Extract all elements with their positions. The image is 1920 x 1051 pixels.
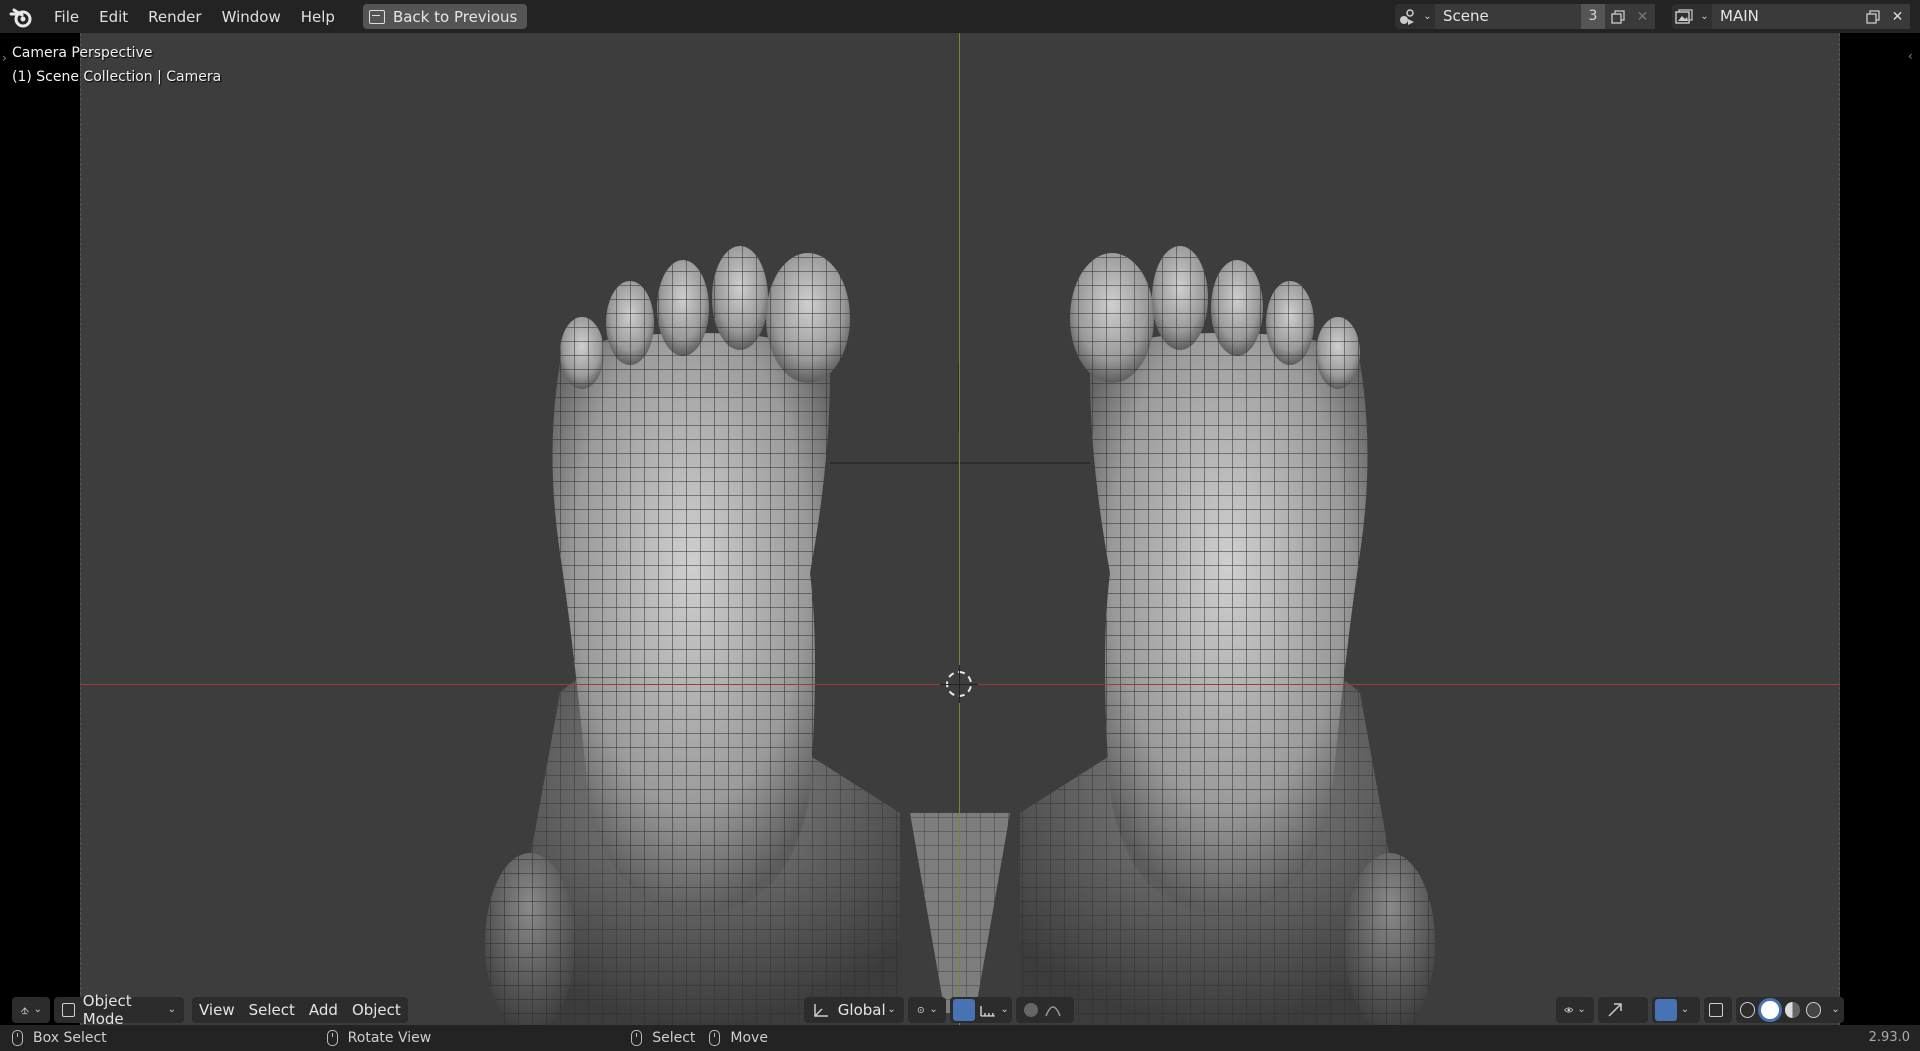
mouse-middle-icon — [326, 1030, 338, 1046]
menu-view[interactable]: View — [192, 996, 242, 1023]
mesh-feet-render — [485, 246, 1435, 1025]
falloff-curve-icon[interactable] — [1044, 1002, 1062, 1018]
view-name-label: Camera Perspective — [12, 45, 153, 61]
new-view-layer-button[interactable] — [1860, 4, 1885, 29]
view-layer-selector: ⌄ MAIN ✕ — [1672, 4, 1910, 29]
mode-select[interactable]: Object Mode ⌄ — [54, 992, 184, 1025]
orientation-label: Global — [837, 1000, 886, 1019]
chevron-down-icon: ⌄ — [1000, 1004, 1009, 1015]
collection-object-label: (1) Scene Collection | Camera — [12, 69, 222, 85]
menu-window[interactable]: Window — [212, 4, 291, 30]
version-label: 2.93.0 — [1868, 1030, 1910, 1045]
scene-name-field[interactable]: Scene — [1435, 4, 1581, 29]
chevron-down-icon: ⌄ — [1831, 1004, 1840, 1015]
chevron-down-icon: ⌄ — [1680, 1004, 1690, 1015]
snapping-group: ⌄ — [949, 996, 1012, 1023]
menu-help[interactable]: Help — [291, 4, 345, 30]
pivot-point-select[interactable]: ⌄ — [907, 996, 946, 1023]
scene-browse-button[interactable]: ⌄ — [1395, 4, 1435, 29]
transform-orientation-select[interactable]: Global ⌄ — [803, 996, 904, 1023]
visibility-select[interactable]: ⌄ — [1555, 996, 1594, 1023]
scene-selector: ⌄ Scene 3 ✕ — [1395, 4, 1655, 29]
snap-toggle-magnet-icon[interactable] — [952, 998, 975, 1021]
back-to-previous-button[interactable]: Back to Previous — [362, 4, 528, 29]
rendered-shading-icon[interactable] — [1805, 1001, 1822, 1018]
pivot-icon — [917, 1006, 924, 1013]
view-layer-name-field[interactable]: MAIN — [1712, 4, 1860, 29]
scene-icon — [1400, 8, 1415, 25]
orientation-axes-icon — [814, 1003, 828, 1017]
blender-logo-icon[interactable] — [8, 4, 34, 30]
status-move-action: Move — [730, 1030, 768, 1046]
duplicate-icon — [1610, 9, 1625, 24]
menu-edit[interactable]: Edit — [89, 4, 138, 30]
chevron-down-icon: ⌄ — [1423, 11, 1432, 22]
mouse-drag-icon — [709, 1030, 721, 1046]
xray-toggle[interactable] — [1703, 996, 1732, 1023]
scene-users-count: 3 — [1581, 4, 1605, 29]
status-middle-action: Rotate View — [347, 1030, 432, 1046]
close-icon: ✕ — [1636, 8, 1649, 25]
eye-icon — [1563, 1006, 1574, 1013]
mouse-left-icon — [12, 1030, 23, 1046]
status-left-action: Box Select — [33, 1030, 107, 1046]
editor-type-icon — [20, 1006, 29, 1014]
editor-type-button[interactable]: ⌄ — [12, 996, 50, 1023]
delete-view-layer-button[interactable]: ✕ — [1885, 4, 1910, 29]
overlays-icon — [1654, 998, 1677, 1021]
wireframe-shading-icon[interactable] — [1739, 1001, 1756, 1018]
snap-increment-icon[interactable] — [979, 1002, 997, 1018]
material-shading-icon[interactable] — [1784, 1001, 1800, 1018]
close-icon: ✕ — [1891, 8, 1904, 25]
3d-cursor-icon[interactable] — [940, 665, 978, 703]
status-select-action: Select — [652, 1030, 696, 1046]
image-layers-icon — [1675, 8, 1693, 24]
menu-add[interactable]: Add — [301, 996, 345, 1023]
3d-viewport[interactable]: Camera Perspective (1) Scene Collection … — [0, 33, 1920, 1025]
back-icon — [368, 9, 385, 24]
delete-scene-button[interactable]: ✕ — [1630, 4, 1655, 29]
chevron-down-icon: ⌄ — [167, 1004, 176, 1015]
chevron-down-icon: ⌄ — [929, 1004, 938, 1015]
proportional-edit-group — [1015, 996, 1074, 1023]
chevron-down-icon: ⌄ — [33, 1004, 42, 1015]
proportional-edit-icon[interactable] — [1023, 1002, 1038, 1017]
chevron-down-icon: ⌄ — [1577, 1004, 1586, 1015]
mouse-right-icon — [631, 1030, 643, 1046]
menu-render[interactable]: Render — [138, 4, 211, 30]
y-axis-line — [959, 33, 960, 1025]
status-bar: Box Select Rotate View Select Move 2.93.… — [0, 1025, 1920, 1051]
top-bar: File Edit Render Window Help Back to Pre… — [0, 0, 1920, 33]
solid-shading-icon[interactable] — [1761, 1000, 1779, 1019]
new-scene-button[interactable] — [1605, 4, 1630, 29]
view-layer-browse-button[interactable]: ⌄ — [1672, 4, 1712, 29]
sidebar-expand-arrow-icon[interactable]: ‹ — [1908, 49, 1913, 63]
object-mode-icon — [62, 1002, 75, 1017]
gizmo-toggle[interactable] — [1597, 996, 1648, 1023]
shading-mode-group: ⌄ — [1735, 996, 1844, 1023]
mode-select-label: Object Mode — [82, 991, 132, 1026]
viewport-header: ⌄ Object Mode ⌄ View Select Add Object G… — [0, 992, 1920, 1025]
menu-select[interactable]: Select — [241, 996, 302, 1023]
toolbar-expand-arrow-icon[interactable]: › — [2, 51, 7, 65]
menu-object[interactable]: Object — [344, 996, 408, 1023]
xray-icon — [1708, 1002, 1723, 1017]
menu-file[interactable]: File — [44, 4, 89, 30]
back-button-label: Back to Previous — [392, 7, 518, 26]
chevron-down-icon: ⌄ — [887, 1004, 896, 1015]
duplicate-icon — [1865, 9, 1880, 24]
chevron-down-icon: ⌄ — [1700, 11, 1709, 22]
overlays-toggle[interactable]: ⌄ — [1651, 996, 1700, 1023]
gizmo-icon — [1608, 1002, 1622, 1017]
